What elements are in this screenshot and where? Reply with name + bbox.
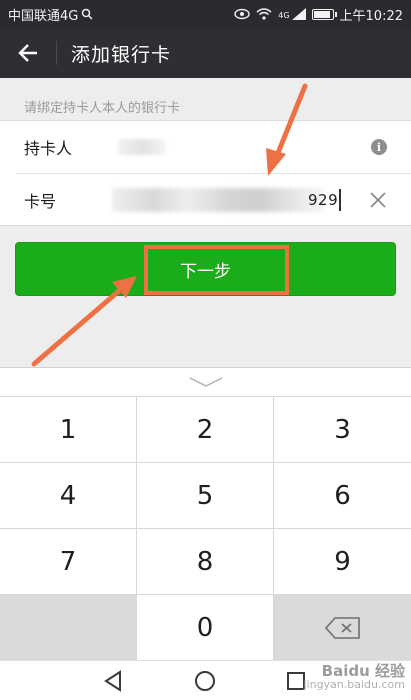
status-right: 4G 上午10:22 xyxy=(234,5,403,24)
eye-icon xyxy=(234,8,250,20)
watermark: Baidu 经验 jingyan.baidu.com xyxy=(303,664,405,692)
chevron-down-icon xyxy=(189,377,222,387)
status-time: 上午10:22 xyxy=(339,8,403,24)
battery-icon xyxy=(311,8,337,20)
info-icon[interactable]: i xyxy=(371,139,387,155)
status-left: 中国联通4G xyxy=(8,5,93,24)
status-bar: 中国联通4G 4G 上午10:22 xyxy=(0,0,411,28)
key-9[interactable]: 9 xyxy=(274,529,411,595)
nav-back-icon[interactable] xyxy=(102,669,126,693)
app-header: 添加银行卡 xyxy=(0,28,411,78)
key-backspace[interactable] xyxy=(274,595,411,661)
keyboard-hide-button[interactable] xyxy=(0,368,411,397)
signal-icon xyxy=(291,8,306,20)
backspace-icon xyxy=(324,616,360,639)
key-7[interactable]: 7 xyxy=(0,529,137,595)
section-hint: 请绑定持卡人本人的银行卡 xyxy=(24,101,181,116)
watermark-url: jingyan.baidu.com xyxy=(303,678,405,691)
key-5[interactable]: 5 xyxy=(137,463,274,529)
close-icon[interactable] xyxy=(369,191,387,209)
next-step-label: 下一步 xyxy=(180,261,231,282)
key-empty xyxy=(0,595,137,661)
key-6[interactable]: 6 xyxy=(274,463,411,529)
network-type-label: 4G xyxy=(278,10,290,20)
page-title: 添加银行卡 xyxy=(71,43,172,66)
header-divider xyxy=(56,41,57,65)
search-icon xyxy=(82,8,93,20)
wifi-icon xyxy=(256,8,272,20)
carrier-label: 中国联通4G xyxy=(8,8,79,24)
key-3[interactable]: 3 xyxy=(274,397,411,463)
watermark-brand: Baidu 经验 xyxy=(321,662,405,680)
card-holder-row[interactable]: 持卡人 i xyxy=(0,121,411,173)
card-number-row[interactable]: 卡号 929 xyxy=(0,174,411,226)
key-4[interactable]: 4 xyxy=(0,463,137,529)
card-number-label: 卡号 xyxy=(24,192,57,211)
key-1[interactable]: 1 xyxy=(0,397,137,463)
key-8[interactable]: 8 xyxy=(137,529,274,595)
bank-card-form: 持卡人 i 卡号 929 xyxy=(0,120,411,226)
nav-home-icon[interactable] xyxy=(193,669,217,693)
next-step-button[interactable]: 下一步 xyxy=(15,242,396,296)
card-holder-value-masked xyxy=(118,139,166,155)
card-number-masked xyxy=(112,188,324,212)
back-button[interactable] xyxy=(0,28,56,78)
card-number-input[interactable]: 929 xyxy=(308,191,338,209)
key-2[interactable]: 2 xyxy=(137,397,274,463)
text-cursor xyxy=(339,189,341,211)
arrow-left-icon xyxy=(18,44,37,62)
key-0[interactable]: 0 xyxy=(137,595,274,661)
card-holder-label: 持卡人 xyxy=(24,139,73,158)
system-nav-bar: Baidu 经验 jingyan.baidu.com xyxy=(0,660,411,700)
numeric-keyboard: 1 2 3 4 5 6 7 8 9 0 xyxy=(0,367,411,661)
